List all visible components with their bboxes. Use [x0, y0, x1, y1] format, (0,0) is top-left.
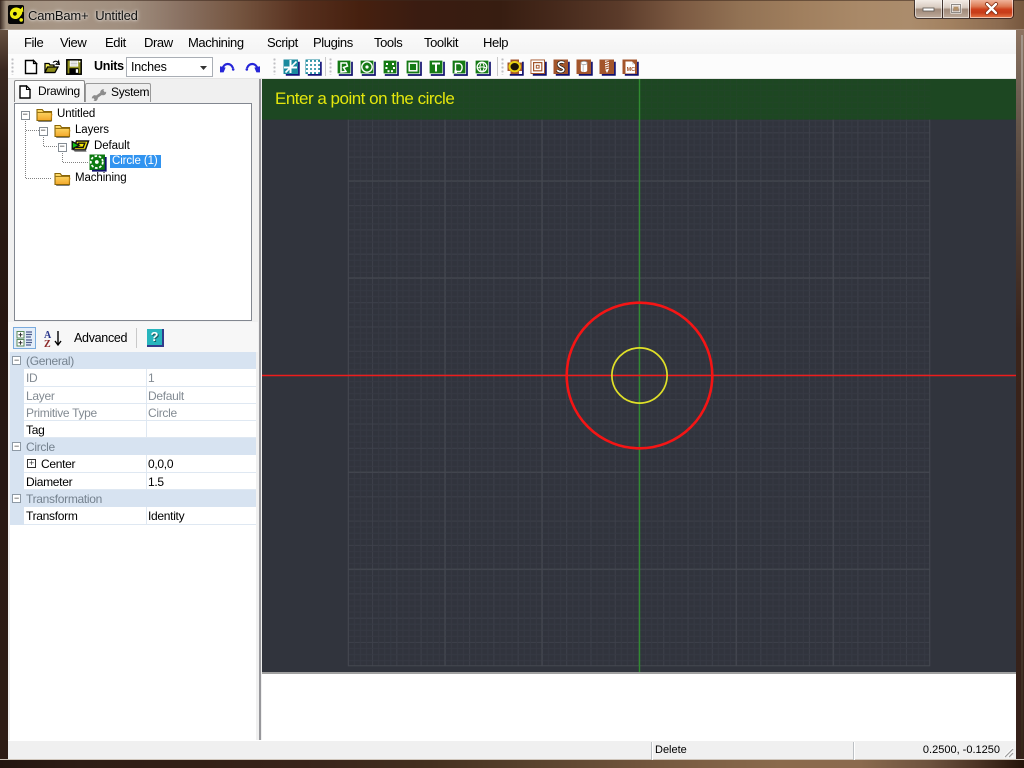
svg-text:MC: MC	[627, 67, 636, 73]
svg-text:Z: Z	[44, 339, 51, 348]
